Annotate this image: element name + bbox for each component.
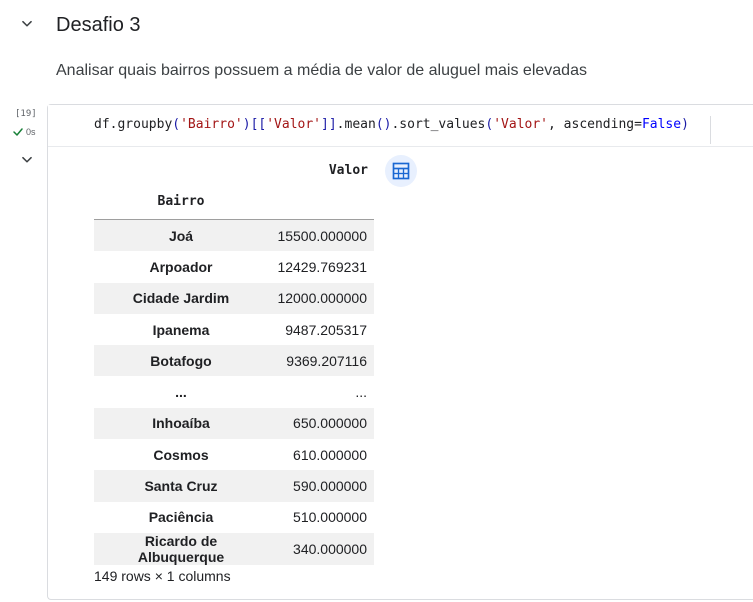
execution-time: 0s xyxy=(26,127,36,137)
section-title: Desafio 3 xyxy=(56,14,141,36)
table-row: Cosmos 610.000000 xyxy=(94,439,374,470)
code-token: 'Valor' xyxy=(266,117,322,132)
row-value: ... xyxy=(355,384,367,401)
row-index: ... xyxy=(175,384,187,401)
table-row: Santa Cruz 590.000000 xyxy=(94,470,374,502)
row-index: Cidade Jardim xyxy=(94,282,268,314)
table-corner xyxy=(94,158,268,183)
convert-to-interactive-table-button[interactable] xyxy=(385,155,417,187)
row-value: 9487.205317 xyxy=(285,321,367,338)
code-token: ( xyxy=(172,117,181,132)
row-index: Joá xyxy=(94,219,268,252)
code-cell: df.groupby('Bairro')[['Valor']].mean().s… xyxy=(47,104,753,600)
table-icon xyxy=(392,162,410,180)
row-value: 650.000000 xyxy=(268,407,374,440)
row-index: Cosmos xyxy=(153,446,209,463)
table-row: Botafogo 9369.207116 xyxy=(94,345,374,377)
code-token: () xyxy=(375,117,392,132)
dataframe-shape-info: 149 rows × 1 columns xyxy=(94,568,231,584)
chevron-down-icon xyxy=(22,156,32,163)
table-row: ...... xyxy=(94,376,374,407)
execution-count: [19] xyxy=(15,109,37,119)
row-index: Paciência xyxy=(148,509,214,526)
dataframe-table: Valor Bairro Joá 15500.000000 Arpoador 1242… xyxy=(94,158,374,565)
table-row: Paciência 510.000000 xyxy=(94,502,374,533)
table-row: Arpoador 12429.769231 xyxy=(94,251,374,282)
code-token: df.groupby xyxy=(94,117,173,132)
code-token: .mean xyxy=(336,117,376,132)
row-index: Santa Cruz xyxy=(94,470,268,502)
index-header-bairro: Bairro xyxy=(94,183,268,220)
row-value: 340.000000 xyxy=(268,532,374,565)
code-token: False xyxy=(641,117,682,132)
code-token: ) xyxy=(681,117,689,132)
row-value: 9369.207116 xyxy=(268,345,374,377)
table-row: Ricardo de Albuquerque 340.000000 xyxy=(94,532,374,565)
check-icon xyxy=(13,128,23,136)
index-header-spacer xyxy=(268,183,374,220)
code-divider xyxy=(710,116,711,144)
output-collapse-button[interactable] xyxy=(17,150,37,170)
table-row: Cidade Jardim 12000.000000 xyxy=(94,282,374,314)
row-value: 12429.769231 xyxy=(277,258,367,275)
row-index: Ricardo de Albuquerque xyxy=(94,532,268,565)
code-token: [[ xyxy=(250,117,267,132)
row-value: 15500.000000 xyxy=(268,219,374,252)
execution-status: 0s xyxy=(12,126,36,138)
section-description: Analisar quais bairros possuem a média d… xyxy=(56,62,587,79)
row-value: 590.000000 xyxy=(268,470,374,502)
row-index: Inhoaíba xyxy=(94,407,268,440)
table-row: Inhoaíba 650.000000 xyxy=(94,407,374,440)
row-index: Botafogo xyxy=(94,345,268,377)
code-token: ]] xyxy=(321,117,337,132)
row-index: Arpoador xyxy=(149,258,213,275)
code-token: ) xyxy=(242,117,251,132)
row-value: 610.000000 xyxy=(293,446,367,463)
code-token: 'Bairro' xyxy=(180,117,243,132)
code-token: , ascending= xyxy=(548,117,642,132)
dataframe-body: Joá 15500.000000 Arpoador 12429.769231 Cidad… xyxy=(94,219,374,565)
chevron-down-icon xyxy=(22,20,32,27)
code-token: 'Valor' xyxy=(493,117,549,132)
row-value: 12000.000000 xyxy=(268,282,374,314)
code-editor[interactable]: df.groupby('Bairro')[['Valor']].mean().s… xyxy=(48,105,753,147)
section-collapse-button[interactable] xyxy=(17,14,37,34)
code-line[interactable]: df.groupby('Bairro')[['Valor']].mean().s… xyxy=(94,117,689,132)
row-value: 510.000000 xyxy=(293,509,367,526)
row-index: Ipanema xyxy=(152,321,210,338)
column-header-valor: Valor xyxy=(328,163,368,178)
code-token: .sort_values xyxy=(391,117,486,132)
notebook-page: Desafio 3 Analisar quais bairros possuem… xyxy=(0,0,753,602)
table-row: Joá 15500.000000 xyxy=(94,219,374,252)
table-row: Ipanema 9487.205317 xyxy=(94,314,374,345)
cell-output: Valor Bairro Joá 15500.000000 Arpoador 1242… xyxy=(48,147,753,599)
